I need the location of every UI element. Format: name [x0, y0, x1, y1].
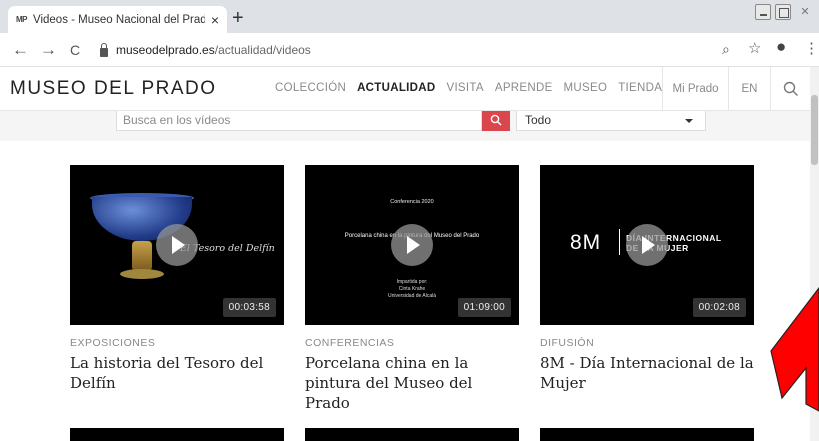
video-duration: 01:09:00	[457, 298, 511, 317]
header-search-button[interactable]	[770, 67, 810, 111]
category-select-value: Todo	[525, 113, 552, 127]
tab-close-icon[interactable]: ×	[211, 12, 219, 28]
site-header: MUSEO DEL PRADO COLECCIÓN ACTUALIDAD VIS…	[0, 67, 810, 111]
language-switch[interactable]: EN	[728, 67, 770, 111]
account-icon[interactable]: ●	[776, 37, 786, 57]
video-thumbnail[interactable]: 8M DÍA INTERNACIONAL DE LA MUJER 00:02:0…	[540, 165, 754, 325]
nav-tienda[interactable]: TIENDA	[618, 82, 662, 94]
browser-tabstrip: MP Videos - Museo Nacional del Prado × +…	[0, 0, 819, 33]
nav-actualidad[interactable]: ACTUALIDAD	[357, 82, 435, 94]
search-icon	[490, 114, 502, 126]
video-title[interactable]: Porcelana china en la pintura del Museo …	[305, 353, 519, 413]
nav-visita[interactable]: VISITA	[446, 82, 483, 94]
video-thumbnail[interactable]: Conferencia 2020 Porcelana china en la p…	[305, 165, 519, 325]
zoom-icon[interactable]: ⌕	[722, 41, 730, 58]
new-tab-button[interactable]: +	[232, 8, 244, 28]
main-nav: COLECCIÓN ACTUALIDAD VISITA APRENDE MUSE…	[275, 82, 673, 94]
lock-icon	[100, 42, 108, 57]
video-duration: 00:03:58	[222, 298, 276, 317]
window-close-button[interactable]: ✕	[797, 4, 813, 20]
thumbnail-top-text: Conferencia 2020	[390, 199, 434, 205]
scrollbar-thumb[interactable]	[811, 95, 818, 165]
nav-coleccion[interactable]: COLECCIÓN	[275, 82, 346, 94]
video-thumbnail[interactable]	[305, 428, 519, 441]
video-card[interactable]: El Tesoro del Delfín 00:03:58 EXPOSICION…	[70, 165, 284, 393]
video-card[interactable]: 8M DÍA INTERNACIONAL DE LA MUJER 00:02:0…	[540, 165, 754, 393]
video-thumbnail[interactable]	[540, 428, 754, 441]
play-icon[interactable]	[156, 224, 198, 266]
nav-aprende[interactable]: APRENDE	[495, 82, 553, 94]
video-search-input[interactable]: Busca en los vídeos	[116, 111, 482, 131]
browser-tab[interactable]: MP Videos - Museo Nacional del Prado ×	[8, 6, 227, 33]
thumbnail-speaker: Impartida por: Cinta Krahe Universidad d…	[387, 279, 437, 299]
search-icon	[783, 81, 798, 96]
menu-icon[interactable]: ⋮	[804, 39, 819, 57]
video-card[interactable]: Conferencia 2020 Porcelana china en la p…	[305, 165, 519, 413]
chevron-down-icon	[685, 119, 693, 123]
mi-prado-link[interactable]: Mi Prado	[662, 67, 728, 111]
video-category: DIFUSIÓN	[540, 337, 595, 349]
back-icon[interactable]: ←	[12, 40, 29, 60]
video-thumbnail[interactable]	[70, 428, 284, 441]
reload-icon[interactable]: C	[70, 42, 80, 58]
tab-title: Videos - Museo Nacional del Prado	[33, 13, 205, 26]
nav-museo[interactable]: MUSEO	[564, 82, 608, 94]
video-duration: 00:02:08	[692, 298, 746, 317]
play-icon[interactable]	[626, 224, 668, 266]
video-filter-bar: Busca en los vídeos Todo	[0, 111, 810, 141]
thumbnail-logo: 8M	[570, 231, 602, 254]
window-maximize-button[interactable]	[775, 4, 791, 20]
video-category: EXPOSICIONES	[70, 337, 156, 349]
url-path: /actualidad/videos	[214, 43, 311, 57]
site-logo[interactable]: MUSEO DEL PRADO	[10, 78, 217, 100]
address-bar[interactable]: museodelprado.es/actualidad/videos	[96, 38, 766, 62]
window-minimize-button[interactable]	[755, 4, 771, 20]
video-search-button[interactable]	[482, 111, 510, 131]
video-title[interactable]: La historia del Tesoro del Delfín	[70, 353, 284, 393]
video-thumbnail[interactable]: El Tesoro del Delfín 00:03:58	[70, 165, 284, 325]
star-icon[interactable]: ☆	[748, 39, 761, 57]
forward-icon[interactable]: →	[40, 40, 57, 60]
favicon-icon: MP	[16, 15, 28, 24]
play-icon[interactable]	[391, 224, 433, 266]
browser-toolbar: ← → C museodelprado.es/actualidad/videos…	[0, 33, 819, 67]
video-title[interactable]: 8M - Día Internacional de la Mujer	[540, 353, 754, 393]
annotation-arrow-icon	[770, 287, 819, 412]
url-host: museodelprado.es	[116, 43, 215, 57]
video-category: CONFERENCIAS	[305, 337, 395, 349]
category-select[interactable]: Todo	[516, 111, 706, 131]
